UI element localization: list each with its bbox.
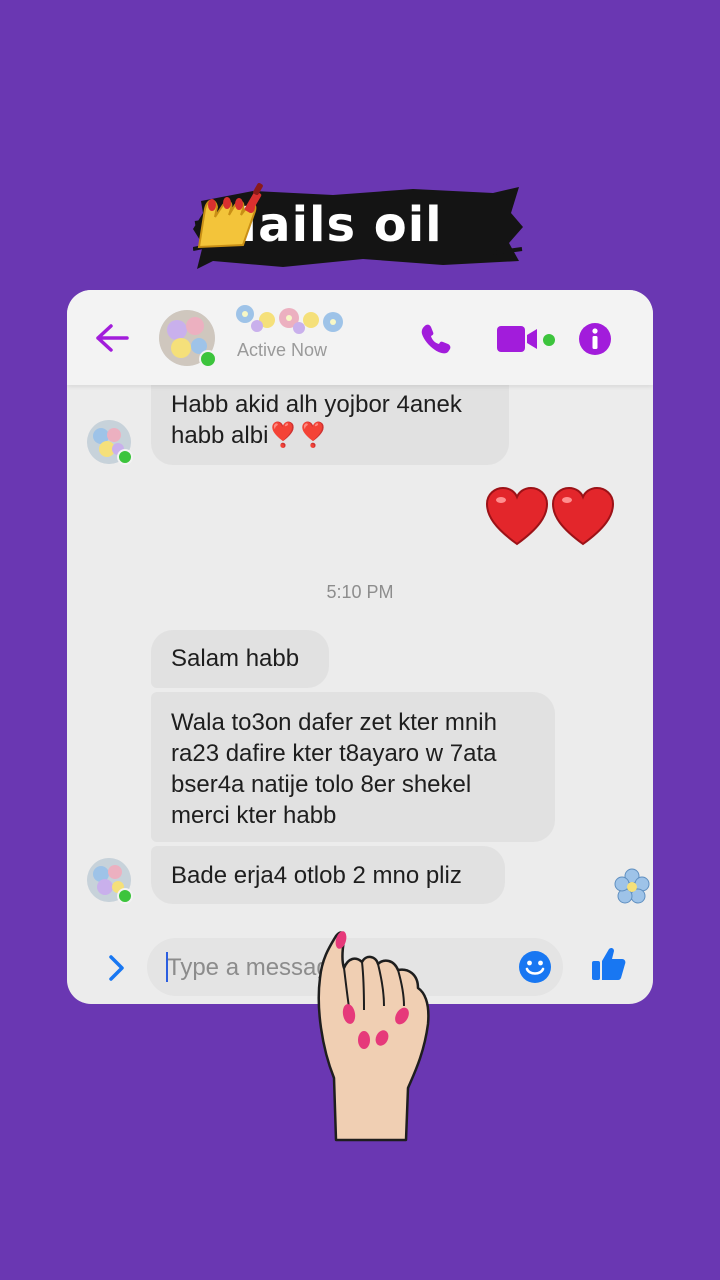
thumbs-up-icon[interactable] [591,946,627,982]
message-timestamp: 5:10 PM [326,582,394,602]
nail-polish-icon [197,183,263,249]
message-text: Salam habb [171,645,300,672]
online-indicator [117,449,133,465]
chat-window: Habb akid alh yojbor 4anek habb albi❣️❣️… [67,290,653,1004]
contact-name-flowers-icon [236,305,343,334]
text-cursor [166,952,168,982]
message-line: merci kter habb [171,802,337,829]
message-bubble-me [485,486,617,553]
message-line: habb albi❣️❣️ [171,422,329,449]
phone-icon[interactable] [419,322,453,356]
red-hearts-icon [485,486,615,546]
seen-receipt-avatar-icon [614,868,650,904]
info-icon[interactable] [578,322,612,356]
message-bubble: Wala to3on dafer zet kter mnih ra23 dafi… [151,692,555,842]
active-status: Active Now [237,340,328,360]
online-indicator [199,350,217,368]
emoji-icon[interactable] [518,950,552,984]
title-banner: Nails oil [193,183,523,269]
video-camera-icon[interactable] [497,326,539,352]
message-line: ra23 dafire kter t8ayaro w 7ata [171,740,497,767]
manicured-hand-illustration [317,931,430,1142]
message-line: Wala to3on dafer zet kter mnih [171,709,497,736]
message-line: Habb akid alh yojbor 4anek [171,391,462,418]
message-bubble: Bade erja4 otlob 2 mno pliz [151,846,505,904]
back-arrow-icon[interactable] [95,323,129,353]
message-text: Bade erja4 otlob 2 mno pliz [171,862,462,889]
chat-header: Active Now [67,290,653,385]
online-indicator [543,334,555,346]
online-indicator [117,888,133,904]
chevron-right-icon[interactable] [107,954,127,982]
message-line: bser4a natije tolo 8er shekel [171,771,472,798]
message-bubble: Salam habb [151,630,329,688]
message-bubble: Habb akid alh yojbor 4anek habb albi❣️❣️ [151,382,509,465]
